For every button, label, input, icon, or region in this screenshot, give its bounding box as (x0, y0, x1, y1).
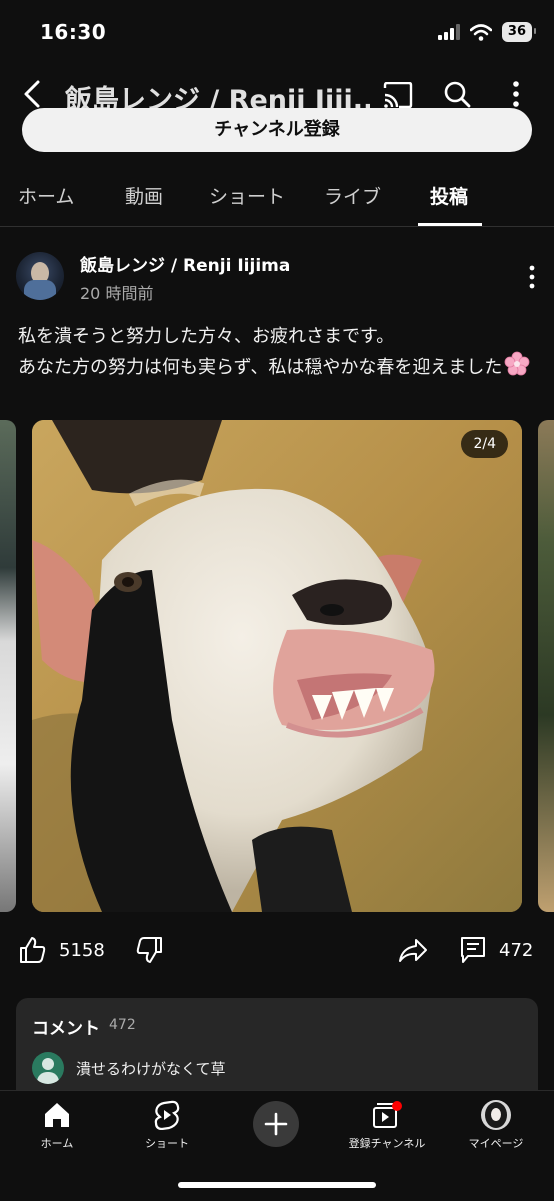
post-menu-icon[interactable] (522, 264, 542, 290)
search-icon[interactable] (443, 80, 471, 108)
battery-indicator: 36 (501, 22, 537, 42)
nav-shorts[interactable]: ショート (112, 1099, 222, 1151)
post-image-goat[interactable]: 2/4 (32, 420, 522, 912)
post-text-line-2: あなた方の努力は何も実らず、私は穏やかな春を迎えました (18, 357, 503, 378)
status-icons: 36 (437, 22, 537, 42)
channel-tabs: ホーム 動画 ショート ライブ 投稿 (0, 162, 554, 227)
comments-label: コメント (32, 1019, 100, 1039)
tab-posts[interactable]: 投稿 (430, 182, 468, 209)
nav-subscriptions-label: 登録チャンネル (348, 1137, 426, 1150)
comment-icon[interactable] (460, 936, 486, 964)
subscribe-button-label: チャンネル登録 (214, 119, 340, 140)
like-count: 5158 (59, 940, 105, 961)
status-bar: 16:30 36 (0, 0, 554, 66)
plus-icon (264, 1112, 288, 1136)
post-timestamp: 20 時間前 (80, 284, 154, 303)
nav-subscriptions[interactable]: 登録チャンネル (332, 1099, 442, 1151)
post-header: 飯島レンジ / Renji Iijima 20 時間前 (0, 240, 554, 310)
like-icon[interactable] (18, 936, 46, 964)
nav-home-label: ホーム (40, 1137, 74, 1150)
home-indicator (178, 1182, 376, 1188)
signal-icon (437, 24, 460, 40)
home-icon (45, 1103, 69, 1127)
post-author[interactable]: 飯島レンジ / Renji Iijima (80, 251, 290, 276)
more-options-icon[interactable] (505, 80, 527, 108)
post-text-line: 私を潰そうと努力した方々、お疲れさまです。 (18, 326, 395, 347)
nav-my-page-label: マイページ (468, 1137, 524, 1150)
post-text: 私を潰そうと努力した方々、お疲れさまです。 あなた方の努力は何も実らず、私は穏や… (18, 322, 538, 386)
status-time: 16:30 (40, 20, 107, 44)
wifi-icon (469, 23, 492, 41)
create-button[interactable] (253, 1101, 299, 1147)
dislike-icon[interactable] (136, 936, 164, 964)
tab-live[interactable]: ライブ (324, 182, 381, 209)
tab-home[interactable]: ホーム (18, 182, 74, 209)
comments-count: 472 (109, 1017, 136, 1033)
cast-icon[interactable] (383, 82, 413, 108)
next-image-peek[interactable] (538, 420, 554, 912)
subscribe-button[interactable]: チャンネル登録 (22, 108, 532, 152)
post-text-line: あなた方の努力は何も実らず、私は穏やかな春を迎えました (18, 351, 538, 386)
commenter-avatar (32, 1052, 64, 1084)
tab-shorts[interactable]: ショート (209, 182, 285, 209)
nav-shorts-label: ショート (145, 1137, 189, 1150)
image-carousel[interactable]: 2/4 (0, 420, 554, 912)
post-actions: 5158 472 (0, 928, 554, 978)
nav-home[interactable]: ホーム (2, 1099, 112, 1151)
cherry-blossom-icon (504, 351, 530, 386)
channel-avatar[interactable] (16, 252, 64, 300)
previous-image-peek[interactable] (0, 420, 16, 912)
tab-videos[interactable]: 動画 (125, 182, 163, 209)
active-tab-indicator (418, 223, 482, 226)
top-comment-text: 潰せるわけがなくて草 (76, 1060, 226, 1078)
share-icon[interactable] (398, 936, 428, 964)
shorts-icon (154, 1100, 180, 1130)
comment-count: 472 (499, 940, 534, 961)
avatar (481, 1100, 511, 1130)
nav-my-page[interactable]: マイページ (441, 1099, 551, 1151)
subscriptions-icon (373, 1101, 402, 1128)
back-arrow-icon[interactable] (18, 78, 48, 110)
image-page-counter: 2/4 (461, 430, 508, 458)
